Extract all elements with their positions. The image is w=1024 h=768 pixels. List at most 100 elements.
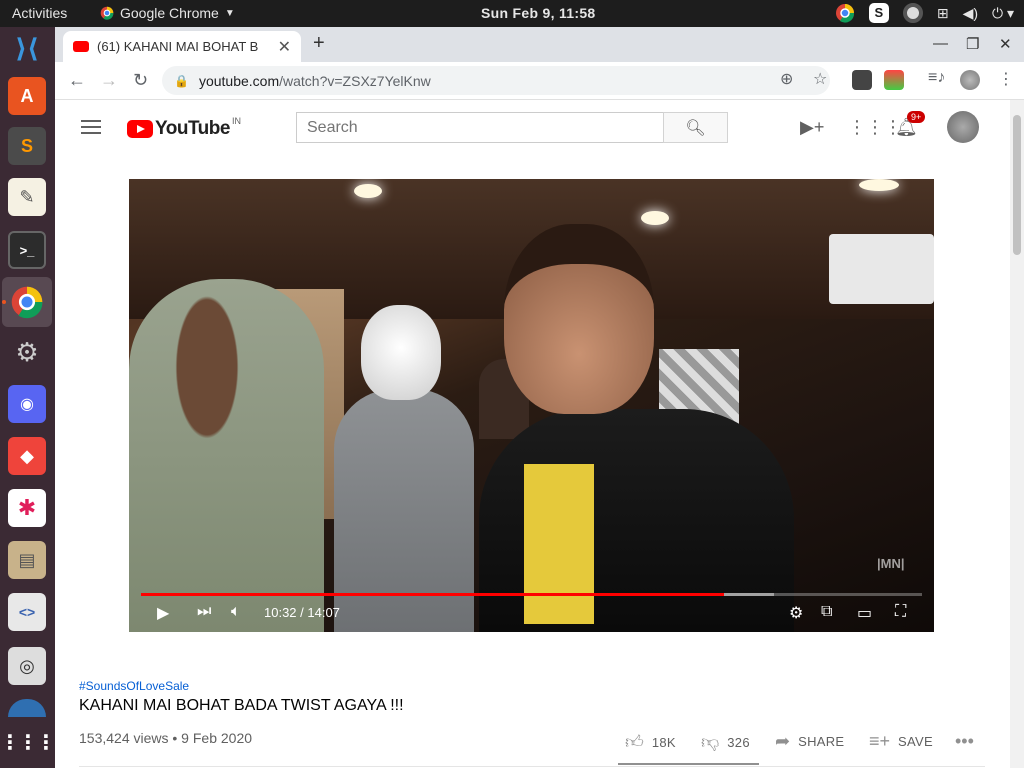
account-avatar[interactable] [947,111,979,143]
close-tab-icon[interactable]: ✕ [278,37,291,57]
channel-watermark[interactable]: |MN| [877,556,905,571]
like-button[interactable]: 👍︎ 18K [625,731,676,753]
search-input[interactable]: Search [296,112,664,143]
profile-avatar[interactable] [960,70,980,90]
chrome-icon [100,6,114,20]
settings-icon[interactable]: ⚙ [8,333,46,371]
video-player[interactable]: |MN| ▶ ⏭ 🔈︎ 10:32 / 14:07 ⚙ ⧉ ▭ ⛶ [129,179,934,632]
video-title: KAHANI MAI BOHAT BADA TWIST AGAYA !!! [79,697,404,714]
notification-badge: 9+ [907,111,926,123]
mask-head [361,305,441,400]
share-label: SHARE [798,734,845,749]
code-editor-icon[interactable]: <> [8,593,46,631]
search-button[interactable]: 🔍︎ [663,112,728,143]
close-window-icon[interactable]: ✕ [999,35,1012,53]
youtube-page: YouTube IN Search 🔍︎ ▶+ ⋮⋮⋮ 🔔︎ 9+ |MN| ▶… [55,100,1024,768]
tab-title: (61) KAHANI MAI BOHAT B [97,39,259,54]
thumbs-down-icon: 👎︎ [701,732,720,752]
ceiling-light [354,184,382,198]
zoom-icon[interactable]: ⊕ [780,69,793,89]
extension-icon-2[interactable] [884,70,904,90]
skype-icon[interactable]: S [868,3,889,23]
yellow-shirt [524,464,594,624]
power-icon[interactable]: ⏻ ▾ [992,5,1014,22]
play-icon[interactable]: ▶ [157,603,169,623]
ceiling-light [859,179,899,191]
anydesk-icon[interactable]: ◆ [8,437,46,475]
save-button[interactable]: ≡+ SAVE [869,731,933,752]
file-cabinet-icon[interactable]: ▤ [8,541,46,579]
hamburger-menu-icon[interactable] [81,120,101,134]
lock-icon: 🔒 [174,73,189,88]
bookmark-star-icon[interactable]: ☆ [813,69,827,89]
camera-tray-icon[interactable] [902,3,923,23]
share-icon: ➦ [775,731,791,751]
extension-icon-1[interactable] [852,70,872,90]
dislike-button[interactable]: 👎︎ 326 [701,731,750,753]
volume-icon[interactable]: 🔈︎ [231,603,241,621]
ubuntu-software-icon[interactable]: A [8,77,46,115]
video-hashtag[interactable]: #SoundsOfLoveSale [79,679,189,693]
youtube-play-logo-icon [127,120,153,138]
youtube-wordmark: YouTube [155,118,230,139]
apps-grid-icon[interactable]: ⋮⋮⋮ [848,117,902,138]
partial-app-icon[interactable] [8,699,46,717]
sublime-text-icon[interactable]: S [8,127,46,165]
section-divider [79,766,985,767]
tab-youtube[interactable]: (61) KAHANI MAI BOHAT B ✕ [63,31,301,62]
forward-icon[interactable]: → [100,70,118,91]
page-scrollbar[interactable] [1010,100,1024,768]
next-icon[interactable]: ⏭ [197,603,211,621]
video-meta: 153,424 views • 9 Feb 2020 [79,730,253,746]
fullscreen-icon[interactable]: ⛶ [895,603,906,621]
back-icon[interactable]: ← [68,70,86,91]
progress-bar[interactable] [141,593,922,596]
gnome-top-bar: Activities Google Chrome ▼ Sun Feb 9, 11… [0,0,1024,27]
text-editor-icon[interactable]: ✎ [8,178,46,216]
scrollbar-thumb[interactable] [1013,115,1021,255]
dislike-count: 326 [727,734,750,750]
ceiling-light [641,211,669,225]
miniplayer-icon[interactable]: ⧉ [821,603,832,621]
time-display: 10:32 / 14:07 [264,605,340,620]
theater-mode-icon[interactable]: ▭ [857,603,872,623]
youtube-logo[interactable]: YouTube IN [127,116,241,140]
chrome-menu-icon[interactable]: ⋮ [998,69,1014,89]
reload-icon[interactable]: ↻ [133,70,148,91]
progress-played [141,593,724,596]
chrome-dock-icon[interactable] [8,283,46,321]
screenshot-icon[interactable]: ◎ [8,647,46,685]
system-tray: S ⊞ ◀) ⏻ ▾ [835,3,1014,23]
like-count: 18K [651,734,676,750]
create-video-icon[interactable]: ▶+ [800,117,824,138]
more-horizontal-icon: ••• [955,731,974,751]
chevron-down-icon: ▼ [224,7,235,19]
tab-strip: (61) KAHANI MAI BOHAT B ✕ + — ❐ ✕ [55,27,1024,62]
playlist-add-icon: ≡+ [869,731,891,751]
restore-icon[interactable]: ❐ [966,35,979,53]
settings-hd-icon[interactable]: ⚙ [789,603,803,623]
search-icon: 🔍︎ [685,119,706,137]
air-conditioner [829,234,934,304]
new-tab-button[interactable]: + [313,32,325,55]
more-actions-button[interactable]: ••• [955,731,974,752]
video-frame [129,179,934,632]
volume-icon[interactable]: ◀) [963,5,978,22]
activities-button[interactable]: Activities [12,5,67,21]
youtube-favicon [73,41,89,52]
slack-icon[interactable]: ✱ [8,489,46,527]
show-applications-icon[interactable]: ⋮⋮⋮ [0,723,56,761]
vscode-icon[interactable]: ⟩⟨ [8,29,46,67]
terminal-icon[interactable]: >_ [8,231,46,269]
discord-icon[interactable]: ◉ [8,385,46,423]
network-icon[interactable]: ⊞ [937,5,949,22]
minimize-icon[interactable]: — [933,35,948,52]
address-bar[interactable]: 🔒 youtube.com/watch?v=ZSXz7YelKnw [162,66,830,95]
media-control-icon[interactable]: ≡♪ [928,69,945,87]
sentiment-bar [618,763,759,765]
app-menu[interactable]: Google Chrome ▼ [100,5,235,21]
app-menu-label: Google Chrome [120,5,219,21]
chrome-tray-icon[interactable] [835,3,855,23]
share-button[interactable]: ➦ SHARE [775,731,844,752]
clock[interactable]: Sun Feb 9, 11:58 [481,5,596,21]
